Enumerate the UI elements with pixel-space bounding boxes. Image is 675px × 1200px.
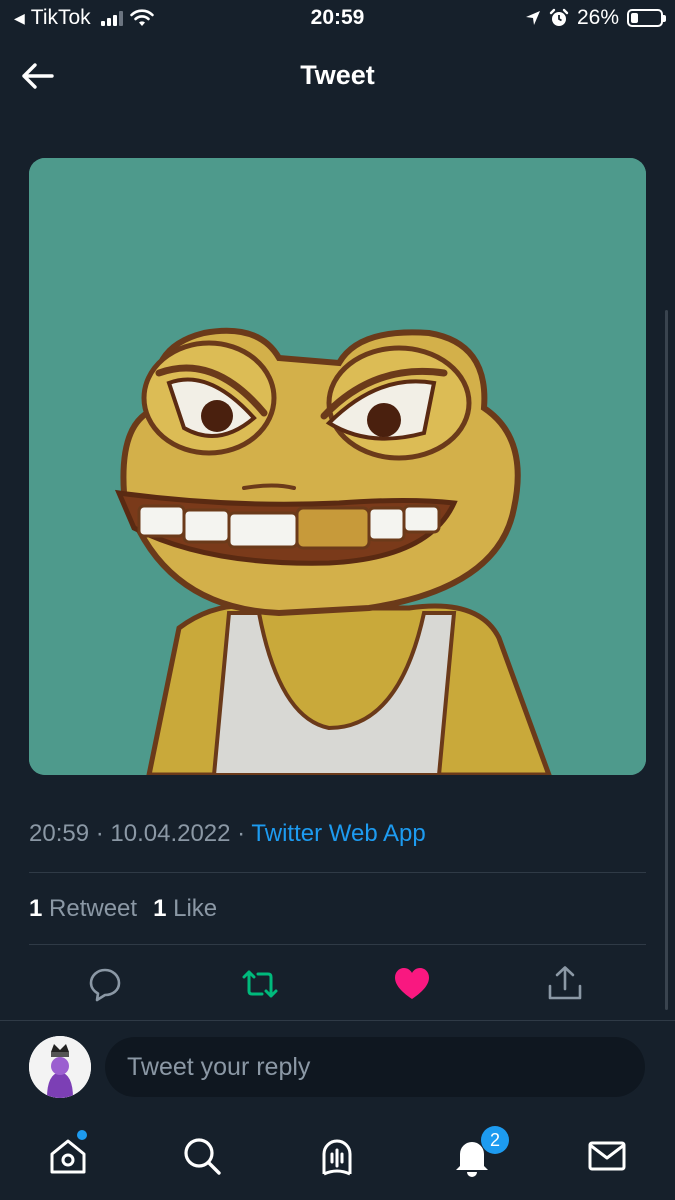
tweet-meta: 20:59 · 10.04.2022 · Twitter Web App [29,820,426,848]
battery-level [631,13,639,23]
share-icon[interactable] [545,964,585,1004]
retweet-stat[interactable]: 1 Retweet [29,895,137,923]
scrollbar[interactable] [665,310,668,1010]
reply-input[interactable] [105,1037,645,1097]
tweet-timestamp: 20:59 · 10.04.2022 · [29,820,252,847]
home-new-dot [77,1130,87,1140]
bottom-nav: 2 [0,1120,675,1200]
like-count: 1 [153,895,167,922]
search-icon[interactable] [180,1134,224,1178]
retweet-count: 1 [29,895,43,922]
messages-icon[interactable] [585,1134,629,1178]
retweet-icon[interactable] [240,964,280,1004]
frog-illustration [29,158,646,775]
status-bar: ◀ TikTok 20:59 26% [0,0,675,40]
tweet-stats: 1 Retweet 1 Like [29,895,217,923]
divider [29,944,646,945]
notifications-badge: 2 [481,1126,509,1154]
tweet-header: Tweet [0,40,675,120]
battery-percent: 26% [576,6,619,29]
retweet-stat-label: Retweet [49,895,138,922]
avatar[interactable] [29,1036,91,1098]
divider [0,1020,675,1021]
status-right: 26% [525,6,666,30]
heart-icon[interactable] [392,964,432,1004]
location-arrow-icon [525,11,540,25]
divider [29,872,646,873]
tweet-source-link[interactable]: Twitter Web App [251,820,425,847]
alarm-icon [549,8,569,26]
tweet-action-bar [0,960,675,1010]
user-avatar-image [29,1036,91,1098]
tweet-image[interactable] [29,158,646,775]
page-title: Tweet [300,60,375,90]
spaces-icon[interactable] [315,1134,359,1178]
home-icon[interactable] [46,1134,90,1178]
like-stat[interactable]: 1 Like [153,895,217,923]
like-stat-label: Like [173,895,218,922]
reply-icon[interactable] [85,964,125,1004]
battery-icon [627,9,666,27]
